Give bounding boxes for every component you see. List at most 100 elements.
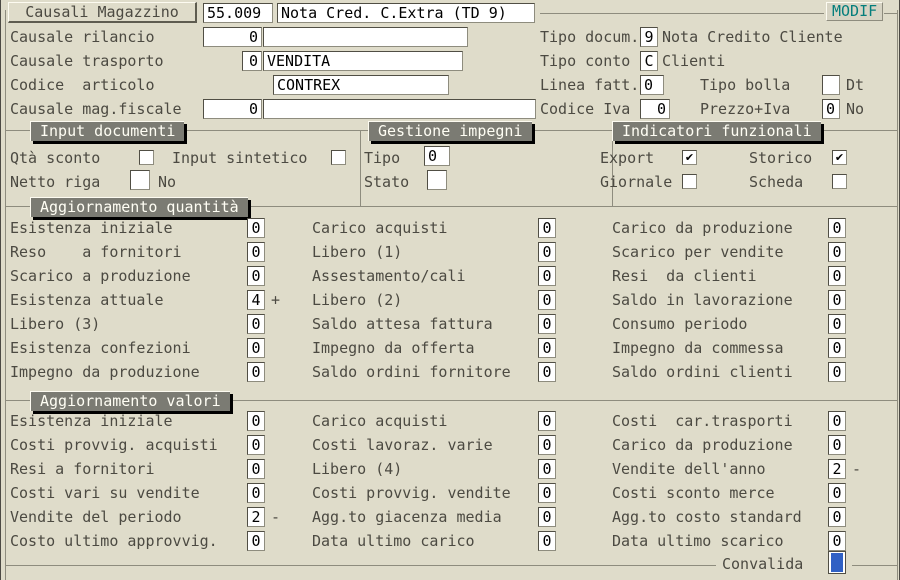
causale-mag-fiscale-desc-field[interactable] — [263, 99, 536, 119]
scheda-label: Scheda — [749, 174, 803, 190]
group-divider-1 — [360, 130, 361, 206]
costi-provvig-acquisti-label: Costi provvig. acquisti — [10, 437, 218, 453]
carico-acquisti-label: Carico acquisti — [312, 413, 447, 429]
codice-iva-label: Codice Iva — [540, 101, 630, 117]
causali-magazzino-title-button[interactable]: Causali Magazzino — [8, 2, 197, 23]
linea-fatt-field[interactable]: 0 — [640, 75, 664, 95]
codice-articolo-field[interactable]: CONTREX — [273, 75, 449, 95]
scheda-checkbox[interactable] — [832, 174, 847, 189]
assestamento-cali-field[interactable]: 0 — [538, 266, 556, 286]
vendite-del-periodo-field[interactable]: 2 — [247, 507, 265, 527]
saldo-ordini-clienti-field[interactable]: 0 — [828, 362, 846, 382]
esistenza-attuale-field[interactable]: 4 — [247, 290, 265, 310]
resi-da-clienti-label: Resi da clienti — [612, 268, 757, 284]
codice-iva-field[interactable]: 0 — [640, 99, 670, 119]
costo-ultimo-approvvig-field[interactable]: 0 — [247, 531, 265, 551]
input-sintetico-checkbox[interactable] — [331, 150, 346, 165]
data-ultimo-scarico-field[interactable]: 0 — [828, 531, 846, 551]
tipo-docum-code-field[interactable]: 9 — [640, 27, 658, 47]
libero-1-field[interactable]: 0 — [538, 242, 556, 262]
data-ultimo-carico-field[interactable]: 0 — [538, 531, 556, 551]
agg-to-costo-standard-field[interactable]: 0 — [828, 507, 846, 527]
carico-da-produzione-field[interactable]: 0 — [828, 218, 846, 238]
costi-provvig-vendite-field[interactable]: 0 — [538, 483, 556, 503]
convalida-cursor-field[interactable] — [828, 551, 846, 574]
costi-sconto-merce-field[interactable]: 0 — [828, 483, 846, 503]
resi-da-clienti-field[interactable]: 0 — [828, 266, 846, 286]
scarico-per-vendite-field[interactable]: 0 — [828, 242, 846, 262]
causale-trasporto-desc-field[interactable]: VENDITA — [263, 51, 463, 71]
costi-provvig-acquisti-field[interactable]: 0 — [247, 435, 265, 455]
scarico-a-produzione-field[interactable]: 0 — [247, 266, 265, 286]
vendite-dell-anno-suffix: - — [852, 461, 861, 477]
agg-to-giacenza-media-label: Agg.to giacenza media — [312, 509, 502, 525]
costi-car-trasporti-label: Costi car.trasporti — [612, 413, 793, 429]
impegno-da-offerta-field[interactable]: 0 — [538, 338, 556, 358]
input-sintetico-label: Input sintetico — [172, 150, 307, 166]
saldo-in-lavorazione-label: Saldo in lavorazione — [612, 292, 793, 308]
esistenza-confezioni-label: Esistenza confezioni — [10, 340, 191, 356]
causale-rilancio-desc-field[interactable] — [263, 27, 468, 47]
consumo-periodo-field[interactable]: 0 — [828, 314, 846, 334]
giornale-label: Giornale — [600, 174, 672, 190]
tipo-docum-label: Tipo docum. — [540, 29, 639, 45]
group-divider-2 — [612, 130, 613, 206]
carico-acquisti-field[interactable]: 0 — [538, 411, 556, 431]
esistenza-iniziale-field[interactable]: 0 — [247, 218, 265, 238]
esistenza-iniziale-field[interactable]: 0 — [247, 411, 265, 431]
saldo-attesa-fattura-field[interactable]: 0 — [538, 314, 556, 334]
tipo-conto-desc-label: Clienti — [662, 53, 725, 69]
impegno-da-offerta-label: Impegno da offerta — [312, 340, 475, 356]
reso-a-fornitori-label: Reso a fornitori — [10, 244, 182, 260]
libero-4-label: Libero (4) — [312, 461, 402, 477]
tipo-bolla-label: Tipo bolla — [700, 77, 790, 93]
storico-checkbox[interactable]: ✔ — [832, 150, 847, 165]
convalida-label: Convalida — [722, 556, 803, 572]
carico-acquisti-field[interactable]: 0 — [538, 218, 556, 238]
costi-car-trasporti-field[interactable]: 0 — [828, 411, 846, 431]
tipo-bolla-field[interactable] — [822, 75, 840, 95]
prezzo-iva-label: Prezzo+Iva — [700, 101, 790, 117]
carico-da-produzione-field[interactable]: 0 — [828, 435, 846, 455]
costi-lavoraz-varie-label: Costi lavoraz. varie — [312, 437, 493, 453]
qta-sconto-label: Qtà sconto — [10, 150, 100, 166]
saldo-in-lavorazione-field[interactable]: 0 — [828, 290, 846, 310]
title-divider-line-right — [884, 13, 897, 14]
impegno-da-commessa-field[interactable]: 0 — [828, 338, 846, 358]
impegni-tipo-field[interactable]: 0 — [424, 146, 450, 166]
costi-sconto-merce-label: Costi sconto merce — [612, 485, 775, 501]
causale-description-field[interactable]: Nota Cred. C.Extra (TD 9) — [277, 3, 535, 23]
esistenza-confezioni-field[interactable]: 0 — [247, 338, 265, 358]
causale-code-field[interactable]: 55.009 — [203, 3, 273, 23]
reso-a-fornitori-field[interactable]: 0 — [247, 242, 265, 262]
prezzo-iva-field[interactable]: 0 — [822, 99, 840, 119]
agg-to-giacenza-media-field[interactable]: 0 — [538, 507, 556, 527]
qta-sconto-checkbox[interactable] — [139, 150, 154, 165]
netto-riga-field[interactable] — [130, 170, 150, 190]
vendite-dell-anno-field[interactable]: 2 — [828, 459, 846, 479]
codice-articolo-label: Codice articolo — [10, 77, 155, 93]
resi-a-fornitori-field[interactable]: 0 — [247, 459, 265, 479]
costi-vari-su-vendite-field[interactable]: 0 — [247, 483, 265, 503]
tipo-conto-code-field[interactable]: C — [640, 51, 658, 71]
causali-magazzino-window: Causali Magazzino 55.009 Nota Cred. C.Ex… — [0, 0, 900, 580]
causale-trasporto-code-field[interactable]: 0 — [242, 51, 262, 71]
input-documenti-header: Input documenti — [30, 121, 184, 141]
libero-3-field[interactable]: 0 — [247, 314, 265, 334]
vendite-dell-anno-label: Vendite dell'anno — [612, 461, 766, 477]
libero-2-field[interactable]: 0 — [538, 290, 556, 310]
saldo-attesa-fattura-label: Saldo attesa fattura — [312, 316, 493, 332]
scarico-a-produzione-label: Scarico a produzione — [10, 268, 191, 284]
causale-rilancio-code-field[interactable]: 0 — [203, 27, 262, 47]
export-checkbox[interactable]: ✔ — [682, 150, 697, 165]
impegno-da-produzione-field[interactable]: 0 — [247, 362, 265, 382]
impegni-stato-field[interactable] — [427, 170, 447, 190]
causale-mag-fiscale-code-field[interactable]: 0 — [203, 99, 262, 119]
saldo-ordini-fornitore-field[interactable]: 0 — [538, 362, 556, 382]
esistenza-iniziale-label: Esistenza iniziale — [10, 220, 173, 236]
libero-4-field[interactable]: 0 — [538, 459, 556, 479]
esistenza-iniziale-label: Esistenza iniziale — [10, 413, 173, 429]
costi-lavoraz-varie-field[interactable]: 0 — [538, 435, 556, 455]
libero-3-label: Libero (3) — [10, 316, 100, 332]
giornale-checkbox[interactable] — [682, 174, 697, 189]
